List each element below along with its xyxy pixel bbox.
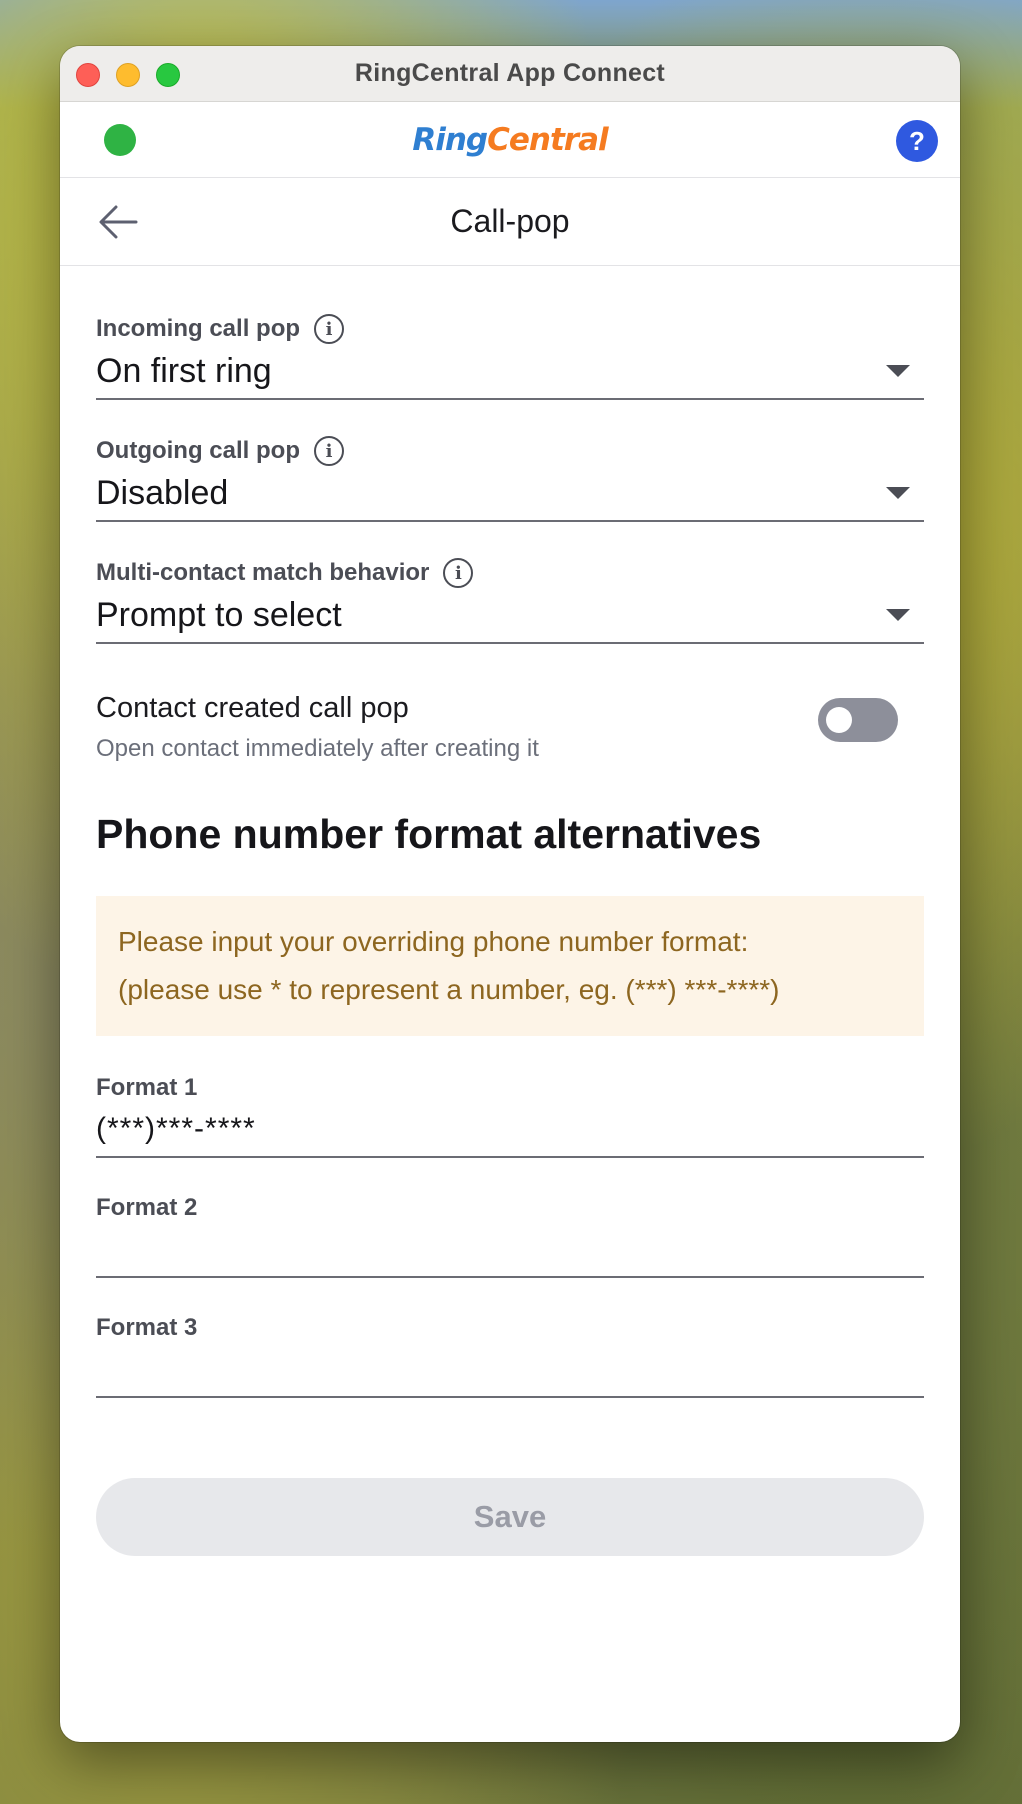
notice-line-1: Please input your overriding phone numbe… (118, 926, 749, 957)
phone-format-section-title: Phone number format alternatives (96, 811, 762, 857)
presence-status-icon[interactable] (104, 124, 136, 156)
toggle-knob (826, 707, 852, 733)
app-header: RingCentral ? (60, 102, 960, 178)
contact-created-call-pop-subtitle: Open contact immediately after creating … (96, 735, 539, 762)
multi-contact-match-label: Multi-contact match behavior (96, 559, 430, 586)
info-icon[interactable]: i (443, 558, 474, 588)
format-3-input[interactable] (96, 1342, 924, 1398)
format-3-field: Format 3 (96, 1314, 924, 1398)
page-title: Call-pop (450, 203, 570, 239)
contact-created-call-pop-title: Contact created call pop (96, 692, 409, 724)
dropdown-caret-icon (886, 365, 910, 377)
window-title: RingCentral App Connect (354, 59, 666, 87)
info-icon[interactable]: i (313, 436, 344, 466)
format-1-label: Format 1 (96, 1074, 198, 1101)
contact-created-call-pop-row: Contact created call pop Open contact im… (96, 692, 924, 763)
back-arrow-icon[interactable] (98, 204, 138, 240)
incoming-call-pop-select[interactable]: On first ring (96, 344, 924, 400)
incoming-call-pop-value: On first ring (96, 351, 272, 390)
help-button[interactable]: ? (896, 120, 938, 162)
incoming-call-pop-field: Incoming call pop i On first ring (96, 314, 924, 400)
format-1-field: Format 1 (***)***-**** (96, 1074, 924, 1158)
incoming-call-pop-label: Incoming call pop (96, 315, 301, 342)
page-header: Call-pop (60, 178, 960, 266)
format-2-field: Format 2 (96, 1194, 924, 1278)
info-icon[interactable]: i (314, 314, 345, 344)
ringcentral-logo: RingCentral (412, 121, 608, 158)
title-bar: RingCentral App Connect (60, 46, 960, 102)
minimize-window-button[interactable] (116, 63, 140, 87)
outgoing-call-pop-select[interactable]: Disabled (96, 466, 924, 522)
format-2-label: Format 2 (96, 1194, 198, 1221)
multi-contact-match-select[interactable]: Prompt to select (96, 588, 924, 644)
multi-contact-match-field: Multi-contact match behavior i Prompt to… (96, 558, 924, 644)
dropdown-caret-icon (886, 609, 910, 621)
outgoing-call-pop-label: Outgoing call pop (96, 437, 300, 464)
notice-line-2: (please use * to represent a number, eg.… (118, 974, 780, 1005)
outgoing-call-pop-field: Outgoing call pop i Disabled (96, 436, 924, 522)
maximize-window-button[interactable] (156, 63, 180, 87)
window-controls (76, 63, 180, 87)
app-window: RingCentral App Connect RingCentral ? Ca… (60, 46, 960, 1742)
outgoing-call-pop-value: Disabled (96, 473, 229, 512)
format-3-label: Format 3 (96, 1314, 198, 1341)
settings-content: Incoming call pop i On first ring Outgoi… (60, 314, 960, 1556)
format-1-input[interactable]: (***)***-**** (96, 1102, 924, 1158)
format-2-input[interactable] (96, 1222, 924, 1278)
multi-contact-match-value: Prompt to select (96, 595, 342, 634)
save-button[interactable]: Save (96, 1478, 924, 1556)
phone-format-notice: Please input your overriding phone numbe… (96, 896, 924, 1036)
contact-created-call-pop-toggle[interactable] (818, 698, 898, 742)
close-window-button[interactable] (76, 63, 100, 87)
dropdown-caret-icon (886, 487, 910, 499)
